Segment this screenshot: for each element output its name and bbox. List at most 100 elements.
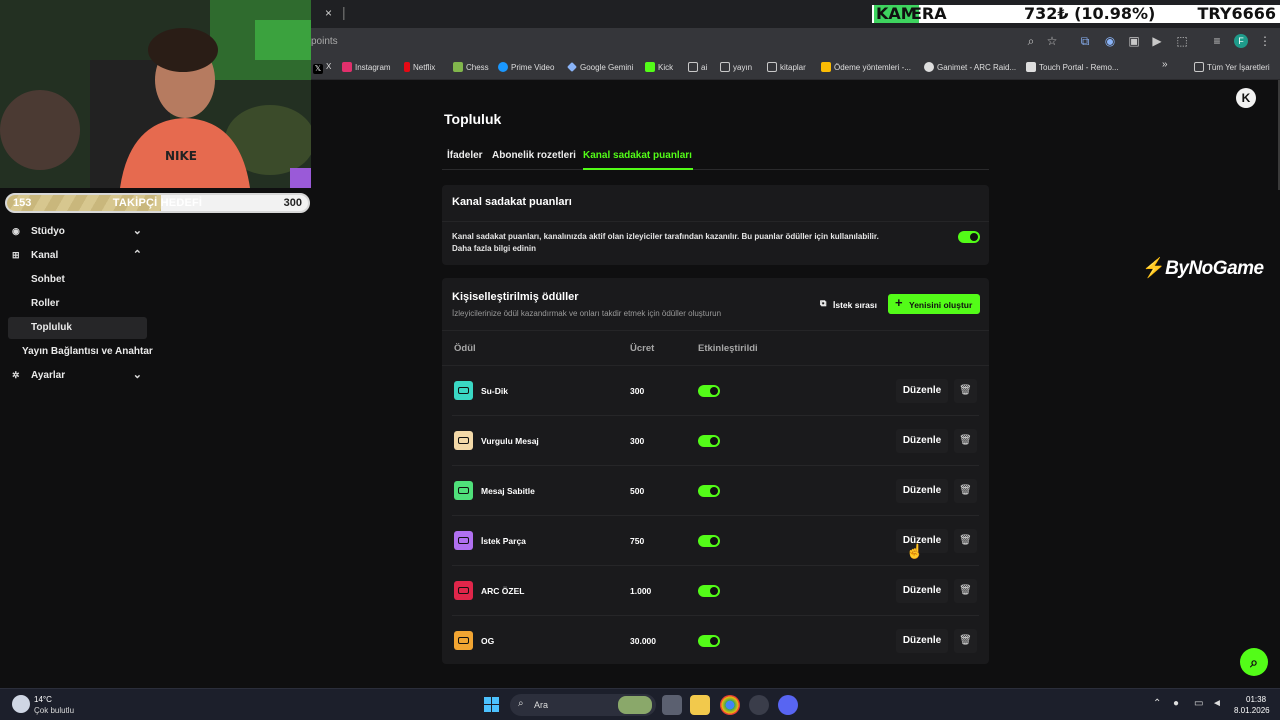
reward-row: Su-Dik 300 Düzenle 🗑 <box>442 366 989 416</box>
request-queue-button[interactable]: ⧉ İstek sırası <box>814 294 878 314</box>
screenshot-icon[interactable]: ▣ <box>1127 34 1141 48</box>
sidebar-item-chat[interactable]: Sohbet <box>8 269 147 291</box>
sidebar-item-roles[interactable]: Roller <box>8 293 147 315</box>
kick-icon <box>645 62 655 72</box>
folder-icon <box>720 62 730 72</box>
translate-icon[interactable]: ⧉ <box>1078 34 1092 48</box>
reward-enabled-toggle[interactable] <box>698 385 720 397</box>
loyalty-card-description: Kanal sadakat puanları, kanalınızda akti… <box>452 231 932 255</box>
sidebar-item-channel[interactable]: ⊞ Kanal ⌃ <box>8 245 148 267</box>
reward-row: ARC ÖZEL 1.000 Düzenle 🗑 <box>442 566 989 616</box>
profile-avatar[interactable]: F <box>1234 34 1248 48</box>
reward-enabled-toggle[interactable] <box>698 635 720 647</box>
support-chat-button[interactable]: ⌕ <box>1240 648 1268 676</box>
extensions-icon[interactable]: ⬚ <box>1175 34 1189 48</box>
delete-reward-button[interactable]: 🗑 <box>954 579 977 603</box>
chess-icon <box>453 62 463 72</box>
obs-icon[interactable] <box>749 695 769 715</box>
bookmark-star-icon[interactable]: ☆ <box>1045 34 1059 48</box>
microphone-icon[interactable]: ● <box>1173 698 1179 709</box>
reward-enabled-toggle[interactable] <box>698 535 720 547</box>
delete-reward-button[interactable]: 🗑 <box>954 479 977 503</box>
edit-reward-button[interactable]: Düzenle <box>896 479 948 503</box>
weather-description[interactable]: Çok bulutlu <box>34 706 74 715</box>
reward-name: OG <box>481 636 495 646</box>
url-text[interactable]: points <box>311 36 338 47</box>
delete-reward-button[interactable]: 🗑 <box>954 629 977 653</box>
create-reward-button[interactable]: + Yenisini oluştur <box>888 294 980 314</box>
taskbar-search[interactable]: ⌕ Ara <box>510 694 656 716</box>
reading-list-icon[interactable]: ≡ <box>1210 34 1224 48</box>
x-icon: 𝕏 <box>313 64 323 74</box>
bookmark-folder-kitaplar[interactable]: kitaplar <box>767 62 806 72</box>
menu-kebab-icon[interactable]: ⋮ <box>1258 34 1272 48</box>
learn-more-link[interactable]: Daha fazla bilgi edinin <box>452 243 932 255</box>
play-icon[interactable]: ▶ <box>1150 34 1164 48</box>
sidebar-item-stream-key[interactable]: Yayın Bağlantısı ve Anahtar <box>8 341 168 363</box>
sidebar-item-settings[interactable]: ✲ Ayarlar ⌄ <box>8 365 148 387</box>
bookmark-all[interactable]: Tüm Yer İşaretleri <box>1194 62 1270 72</box>
volume-icon[interactable]: ◄ <box>1212 698 1222 709</box>
reward-enabled-toggle[interactable] <box>698 585 720 597</box>
chrome-icon[interactable] <box>720 695 740 715</box>
loyalty-enabled-toggle[interactable] <box>958 231 980 243</box>
trash-icon: 🗑 <box>959 385 972 396</box>
bookmark-kick[interactable]: Kick <box>645 62 673 72</box>
bookmark-touch-portal[interactable]: Touch Portal - Remo... <box>1026 62 1119 72</box>
file-explorer-icon[interactable] <box>690 695 710 715</box>
delete-reward-button[interactable]: 🗑 <box>954 379 977 403</box>
channel-icon: ⊞ <box>12 250 20 260</box>
weather-cloud-icon[interactable] <box>12 695 30 713</box>
bookmark-gemini[interactable]: Google Gemini <box>567 62 633 72</box>
delete-reward-button[interactable]: 🗑 <box>954 529 977 553</box>
bookmark-prime-video[interactable]: Prime Video <box>498 62 554 72</box>
edit-reward-button[interactable]: Düzenle <box>896 579 948 603</box>
tab-sub-badges[interactable]: Abonelik rozetleri <box>492 150 576 161</box>
reward-ticket-icon <box>454 531 473 550</box>
network-icon[interactable]: ▭ <box>1194 698 1203 709</box>
bookmark-odeme[interactable]: Ödeme yöntemleri -... <box>821 62 911 72</box>
tray-chevron-icon[interactable]: ⌃ <box>1153 698 1161 709</box>
clock-time[interactable]: 01:38 <box>1246 695 1266 704</box>
sidebar-item-community[interactable]: Topluluk <box>8 317 147 339</box>
bookmark-folder-yayin[interactable]: yayın <box>720 62 752 72</box>
bookmark-chess[interactable]: Chess <box>453 62 489 72</box>
reward-name: Mesaj Sabitle <box>481 486 535 496</box>
reward-enabled-toggle[interactable] <box>698 435 720 447</box>
bookmark-folder-ai[interactable]: ai <box>688 62 707 72</box>
instagram-icon <box>342 62 352 72</box>
custom-rewards-card: Kişiselleştirilmiş ödüller İzleyicilerin… <box>442 278 989 664</box>
zoom-icon[interactable]: ⌕ <box>1024 34 1038 48</box>
clock-date[interactable]: 8.01.2026 <box>1234 706 1270 715</box>
discord-icon[interactable] <box>778 695 798 715</box>
bookmarks-more-icon[interactable]: » <box>1162 59 1168 70</box>
bookmark-instagram[interactable]: Instagram <box>342 62 391 72</box>
delete-reward-button[interactable]: 🗑 <box>954 429 977 453</box>
weather-temperature[interactable]: 14°C <box>34 695 52 704</box>
reward-enabled-toggle[interactable] <box>698 485 720 497</box>
reward-cost: 30.000 <box>630 636 656 646</box>
edit-reward-button[interactable]: Düzenle <box>896 629 948 653</box>
plus-icon: + <box>895 295 903 310</box>
bookmark-x[interactable]: 𝕏X <box>313 62 331 74</box>
windows-start-icon[interactable] <box>484 697 500 713</box>
loyalty-points-card: Kanal sadakat puanları Kanal sadakat pua… <box>442 185 989 265</box>
task-view-icon[interactable] <box>662 695 682 715</box>
kick-logo-icon[interactable]: K <box>1236 88 1256 108</box>
goal-title: TAKİPÇİ HEDEFİ <box>112 197 203 209</box>
bookmark-netflix[interactable]: Netflix <box>404 62 435 72</box>
ticker-era: ERA <box>911 4 947 23</box>
tab-close-icon[interactable]: × <box>325 6 332 20</box>
reward-name: İstek Parça <box>481 536 526 546</box>
bynogame-logo: ⚡ByNoGame <box>1142 258 1264 279</box>
tab-emotes[interactable]: İfadeler <box>447 150 483 161</box>
edit-reward-button[interactable]: Düzenle <box>896 429 948 453</box>
tab-loyalty-points[interactable]: Kanal sadakat puanları <box>583 150 692 161</box>
edit-reward-button[interactable]: Düzenle <box>896 379 948 403</box>
sidebar-item-studio[interactable]: ◉ Stüdyo ⌄ <box>8 221 148 243</box>
reward-ticket-icon <box>454 431 473 450</box>
bookmark-ganimet[interactable]: Ganimet - ARC Raid... <box>924 62 1016 72</box>
gear-icon: ✲ <box>12 370 20 380</box>
cast-icon[interactable]: ◉ <box>1103 34 1117 48</box>
webcam-feed: NIKE <box>0 0 311 188</box>
